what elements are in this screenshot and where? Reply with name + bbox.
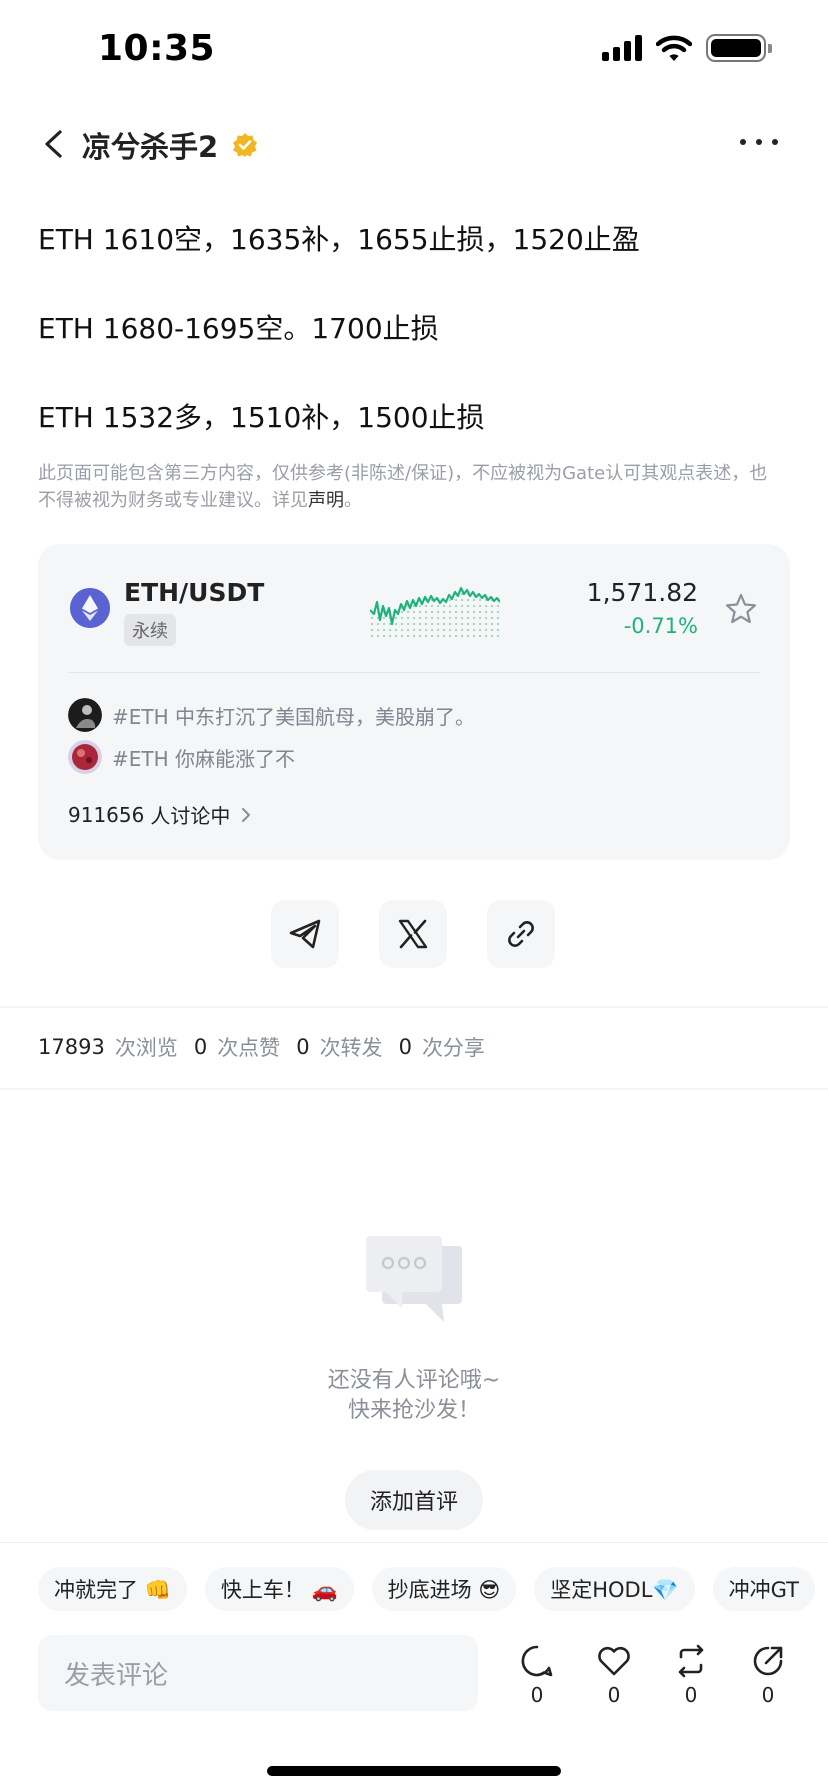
repost-action[interactable]: 0	[666, 1643, 716, 1707]
empty-comments-line1: 还没有人评论哦~	[327, 1368, 501, 1393]
reposts-count: 0	[296, 1035, 310, 1059]
reposts-label: 次转发	[319, 1036, 383, 1060]
battery-icon	[706, 34, 772, 62]
add-first-comment-button[interactable]: 添加首评	[345, 1470, 483, 1530]
header: 凉兮杀手2	[0, 110, 828, 180]
quick-reply-chip[interactable]: 冲冲GT	[712, 1567, 815, 1611]
views-label: 次浏览	[114, 1036, 178, 1060]
avatar	[68, 698, 102, 732]
contract-type-badge: 永续	[124, 614, 176, 646]
empty-comments-line2: 快来抢沙发！	[347, 1398, 480, 1423]
eth-coin-icon	[70, 588, 110, 628]
comment-count: 0	[530, 1683, 544, 1707]
bottom-comment-bar: 冲就完了 👊 快上车！ 🚗 抄底进场 😎 坚定HODL💎 冲冲GT 发表评论 0…	[0, 1542, 828, 1792]
empty-comments-icon	[366, 1236, 462, 1322]
share-icon	[753, 1646, 783, 1676]
avatar	[68, 740, 102, 774]
shares-label: 次分享	[421, 1036, 485, 1060]
discussion-text: #ETH 中东打沉了美国航母，美股崩了。	[112, 704, 476, 729]
disclaimer: 此页面可能包含第三方内容，仅供参考(非陈述/保证)，不应被视为Gate认可其观点…	[38, 460, 768, 514]
chevron-left-icon[interactable]	[36, 126, 72, 162]
heart-icon	[598, 1646, 630, 1676]
divider	[0, 1006, 828, 1008]
status-bar: 10:35	[0, 0, 828, 100]
share-telegram-button[interactable]	[271, 900, 339, 968]
quick-reply-chip[interactable]: 坚定HODL💎	[534, 1567, 695, 1611]
likes-label: 次点赞	[217, 1036, 281, 1060]
disclaimer-text: 此页面可能包含第三方内容，仅供参考(非陈述/保证)，不应被视为Gate认可其观点…	[38, 463, 768, 511]
share-x-button[interactable]	[379, 900, 447, 968]
discussing-link[interactable]: 911656 人讨论中	[68, 800, 252, 829]
like-action[interactable]: 0	[589, 1643, 639, 1707]
discussion-item[interactable]: #ETH 中东打沉了美国航母，美股崩了。	[68, 698, 475, 732]
link-icon	[508, 921, 534, 947]
discussing-label: 人讨论中	[150, 804, 231, 828]
price-change: -0.71%	[623, 614, 698, 638]
quick-reply-chip[interactable]: 抄底进场 😎	[371, 1567, 517, 1611]
share-action[interactable]: 0	[743, 1643, 793, 1707]
author-name[interactable]: 凉兮杀手2	[82, 124, 218, 166]
comment-action[interactable]: 0	[512, 1643, 562, 1707]
price-sparkline	[370, 586, 500, 638]
home-indicator[interactable]	[267, 1766, 561, 1776]
quick-replies: 冲就完了 👊 快上车！ 🚗 抄底进场 😎 坚定HODL💎 冲冲GT	[38, 1567, 815, 1611]
views-count: 17893	[38, 1035, 105, 1059]
wifi-icon	[656, 35, 692, 61]
status-time: 10:35	[98, 28, 216, 69]
quick-reply-chip[interactable]: 快上车！ 🚗	[204, 1567, 354, 1611]
post-line: ETH 1680-1695空。1700止损	[38, 312, 439, 345]
discussion-item[interactable]: #ETH 你麻能涨了不	[68, 740, 295, 774]
post-stats: 17893 次浏览 0 次点赞 0 次转发 0 次分享	[38, 1032, 501, 1062]
comment-input[interactable]: 发表评论	[38, 1635, 478, 1711]
discussing-count: 911656	[68, 802, 145, 827]
status-icons	[602, 34, 772, 62]
divider	[68, 672, 760, 673]
price: 1,571.82	[586, 578, 698, 607]
comment-icon	[521, 1645, 553, 1677]
star-icon[interactable]	[724, 592, 758, 626]
more-dots-icon[interactable]	[740, 132, 784, 152]
post-line: ETH 1610空，1635补，1655止损，1520止盈	[38, 223, 640, 256]
repost-count: 0	[684, 1683, 698, 1707]
like-count: 0	[607, 1683, 621, 1707]
post-content: ETH 1610空，1635补，1655止损，1520止盈 ETH 1680-1…	[38, 220, 798, 438]
disclaimer-link[interactable]: 声明	[308, 490, 344, 511]
verified-badge-icon	[233, 133, 257, 157]
signal-icon	[602, 35, 642, 61]
discussion-text: #ETH 你麻能涨了不	[112, 746, 296, 771]
market-card[interactable]: ETH/USDT 永续 1,571.82 -0.71% #ETH 中东打沉了美国…	[38, 544, 790, 860]
disclaimer-end: 。	[344, 490, 362, 511]
repost-icon	[678, 1644, 704, 1678]
shares-count: 0	[398, 1035, 412, 1059]
copy-link-button[interactable]	[487, 900, 555, 968]
x-icon	[398, 919, 428, 949]
telegram-icon	[289, 919, 321, 949]
divider	[0, 1088, 828, 1090]
likes-count: 0	[193, 1035, 208, 1059]
quick-reply-chip[interactable]: 冲就完了 👊	[38, 1567, 187, 1611]
post-line: ETH 1532多，1510补，1500止损	[38, 401, 485, 434]
share-count: 0	[761, 1683, 775, 1707]
trading-pair: ETH/USDT	[124, 578, 265, 607]
chevron-right-icon	[242, 807, 251, 822]
